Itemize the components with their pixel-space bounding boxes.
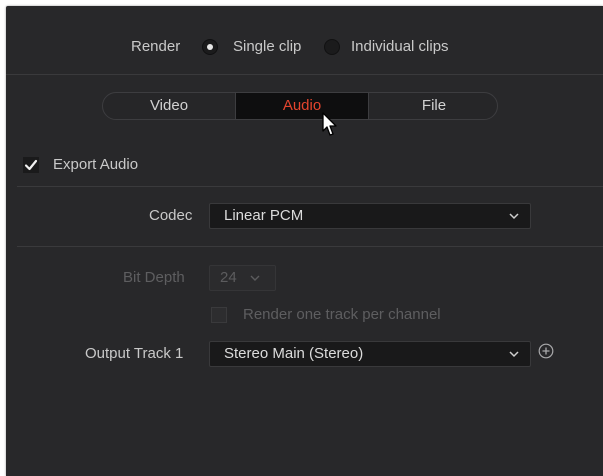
export-audio-label: Export Audio — [53, 156, 139, 173]
bit-depth-label: Bit Depth — [123, 269, 185, 286]
mouse-pointer-icon — [322, 112, 337, 136]
chevron-down-icon — [509, 213, 519, 220]
render-label: Render — [131, 38, 181, 55]
bit-depth-dropdown[interactable]: 24 — [209, 265, 276, 291]
output-track-dropdown[interactable]: Stereo Main (Stereo) — [209, 341, 531, 367]
divider — [17, 246, 603, 247]
tab-video[interactable]: Video — [103, 93, 235, 119]
render-settings-panel: Render Single clip Individual clips Vide… — [6, 6, 603, 476]
checkmark-icon — [24, 159, 38, 171]
output-track-value: Stereo Main (Stereo) — [224, 345, 364, 362]
divider — [6, 74, 603, 75]
single-clip-label[interactable]: Single clip — [233, 38, 301, 56]
codec-label: Codec — [149, 207, 193, 224]
individual-clips-radio[interactable] — [324, 39, 340, 55]
codec-dropdown[interactable]: Linear PCM — [209, 203, 531, 229]
chevron-down-icon — [250, 275, 260, 281]
tab-audio[interactable]: Audio — [236, 93, 368, 119]
single-clip-radio[interactable] — [202, 39, 218, 55]
render-per-channel-label: Render one track per channel — [243, 306, 441, 323]
export-audio-checkbox[interactable] — [23, 157, 39, 173]
tab-file[interactable]: File — [369, 93, 497, 119]
individual-clips-label[interactable]: Individual clips — [351, 38, 449, 56]
output-track-label: Output Track 1 — [85, 345, 184, 362]
bit-depth-value: 24 — [220, 269, 237, 286]
render-per-channel-checkbox[interactable] — [211, 307, 227, 323]
plus-circle-icon[interactable] — [538, 343, 554, 359]
divider — [17, 186, 603, 187]
codec-value: Linear PCM — [224, 207, 304, 224]
chevron-down-icon — [509, 351, 519, 358]
output-tabs: Video Audio File — [102, 92, 498, 120]
